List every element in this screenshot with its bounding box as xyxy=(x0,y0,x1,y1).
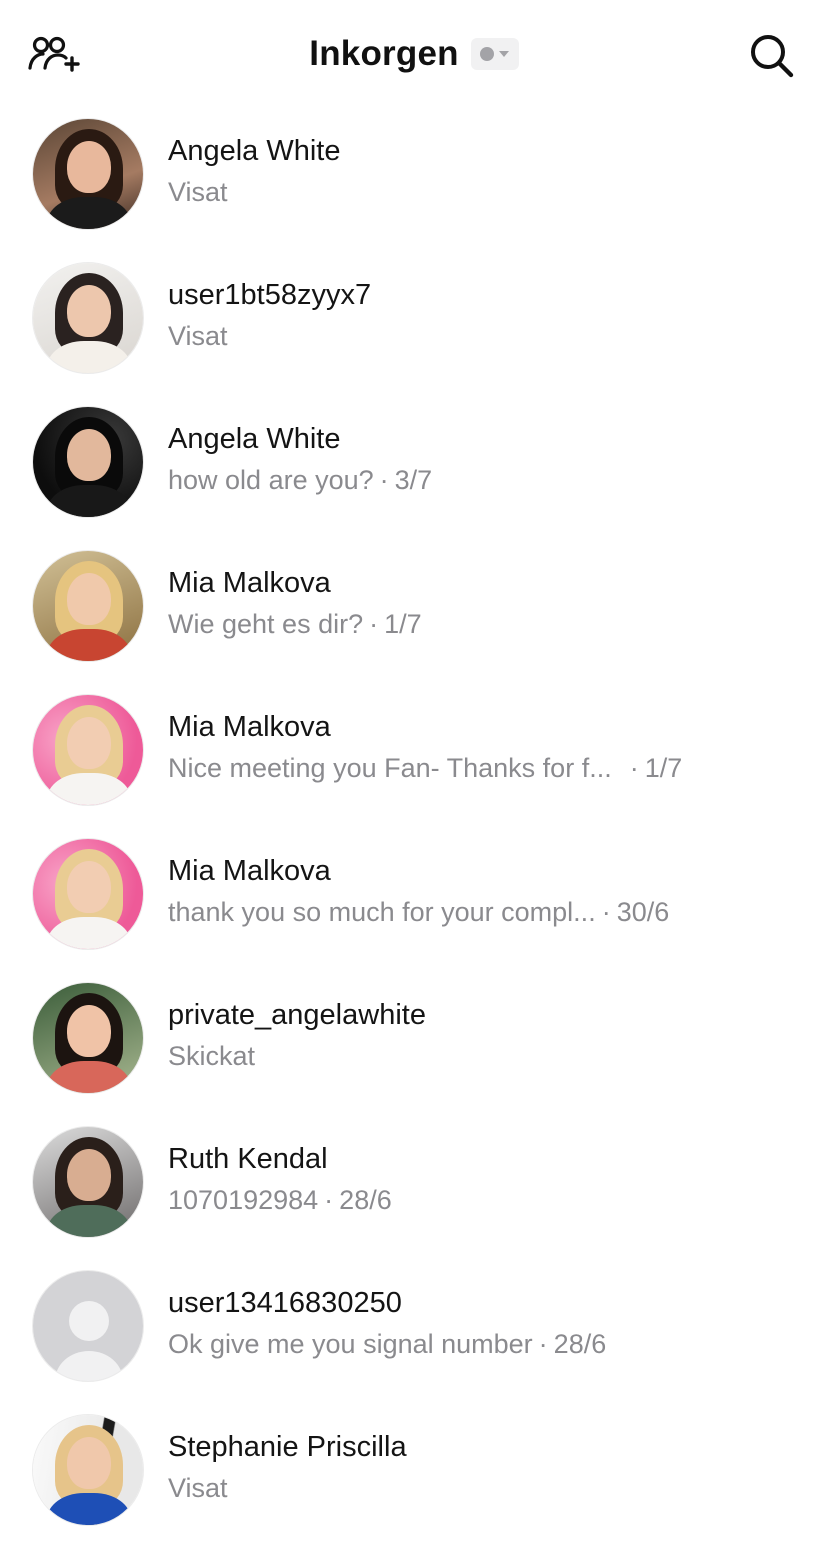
conversation-preview: Ok give me you signal number · 28/6 xyxy=(168,1326,788,1362)
message-preview: Skickat xyxy=(168,1041,256,1071)
default-avatar[interactable] xyxy=(32,1270,144,1382)
conversation-preview: Visat xyxy=(168,1470,788,1506)
separator-dot: · xyxy=(369,609,379,639)
conversation-name: Angela White xyxy=(168,423,341,455)
conversation-row[interactable]: user1bt58zyyx7 Visat xyxy=(0,246,828,390)
conversation-name: Mia Malkova xyxy=(168,855,331,887)
message-preview: Ok give me you signal number xyxy=(168,1329,533,1359)
message-date: 3/7 xyxy=(394,465,433,495)
conversation-name: Mia Malkova xyxy=(168,711,331,743)
top-bar: Inkorgen xyxy=(0,0,828,110)
conversation-preview: how old are you? · 3/7 xyxy=(168,462,788,498)
conversation-name: Stephanie Priscilla xyxy=(168,1431,407,1463)
search-icon xyxy=(751,35,794,78)
conversation-row[interactable]: Mia Malkova thank you so much for your c… xyxy=(0,822,828,966)
separator-dot: · xyxy=(601,897,611,927)
status-dropdown[interactable] xyxy=(470,38,519,70)
message-preview: Visat xyxy=(168,321,228,351)
conversation-name: Angela White xyxy=(168,135,341,167)
conversation-preview: Nice meeting you Fan- Thanks for f... · … xyxy=(168,750,788,786)
search-button[interactable] xyxy=(746,30,798,82)
conversation-row[interactable]: Angela White Visat xyxy=(0,102,828,246)
status-dot-icon xyxy=(480,47,495,61)
conversation-name: user1bt58zyyx7 xyxy=(168,279,372,311)
avatar[interactable] xyxy=(32,694,144,806)
avatar[interactable] xyxy=(32,550,144,662)
conversation-preview: Visat xyxy=(168,174,788,210)
message-date: 28/6 xyxy=(553,1329,607,1359)
avatar[interactable] xyxy=(32,838,144,950)
conversation-name: user13416830250 xyxy=(168,1287,402,1319)
conversation-preview: thank you so much for your compl... · 30… xyxy=(168,894,788,930)
message-preview: 1070192984 xyxy=(168,1185,319,1215)
separator-dot: · xyxy=(379,465,389,495)
conversation-row[interactable]: Mia Malkova Nice meeting you Fan- Thanks… xyxy=(0,678,828,822)
message-preview: Nice meeting you Fan- Thanks for f... xyxy=(168,753,612,783)
avatar[interactable] xyxy=(32,118,144,230)
conversation-row[interactable]: Angela White how old are you? · 3/7 xyxy=(0,390,828,534)
conversation-row[interactable]: Ruth Kendal 1070192984 · 28/6 xyxy=(0,1110,828,1254)
avatar[interactable] xyxy=(32,1414,144,1526)
message-preview: thank you so much for your compl... xyxy=(168,897,596,927)
conversation-row[interactable]: user13416830250 Ok give me you signal nu… xyxy=(0,1254,828,1398)
message-preview: Wie geht es dir? xyxy=(168,609,364,639)
message-date: 28/6 xyxy=(339,1185,392,1215)
conversation-row[interactable]: Mia Malkova Wie geht es dir? · 1/7 xyxy=(0,534,828,678)
message-preview: Visat xyxy=(168,177,228,207)
conversation-name: Mia Malkova xyxy=(168,567,331,599)
message-preview: how old are you? xyxy=(168,465,374,495)
message-date: 1/7 xyxy=(644,753,683,783)
message-preview: Visat xyxy=(168,1473,228,1503)
page-title: Inkorgen xyxy=(309,34,459,73)
avatar[interactable] xyxy=(32,1126,144,1238)
separator-dot: · xyxy=(629,753,639,783)
message-date: 30/6 xyxy=(616,897,670,927)
conversation-list: Angela White Visat user1bt58zyyx7 Visat … xyxy=(0,102,828,1542)
conversation-row[interactable]: Stephanie Priscilla Visat xyxy=(0,1398,828,1542)
conversation-preview: Skickat xyxy=(168,1038,788,1074)
conversation-row[interactable]: private_angelawhite Skickat xyxy=(0,966,828,1110)
separator-dot: · xyxy=(324,1185,334,1215)
avatar[interactable] xyxy=(32,406,144,518)
message-date: 1/7 xyxy=(384,609,422,639)
conversation-name: Ruth Kendal xyxy=(168,1143,328,1175)
conversation-preview: Wie geht es dir? · 1/7 xyxy=(168,606,788,642)
avatar[interactable] xyxy=(32,262,144,374)
conversation-name: private_angelawhite xyxy=(168,999,426,1031)
conversation-preview: 1070192984 · 28/6 xyxy=(168,1182,788,1218)
avatar[interactable] xyxy=(32,982,144,1094)
conversation-preview: Visat xyxy=(168,318,788,354)
chevron-down-icon xyxy=(499,51,510,57)
separator-dot: · xyxy=(538,1329,548,1359)
